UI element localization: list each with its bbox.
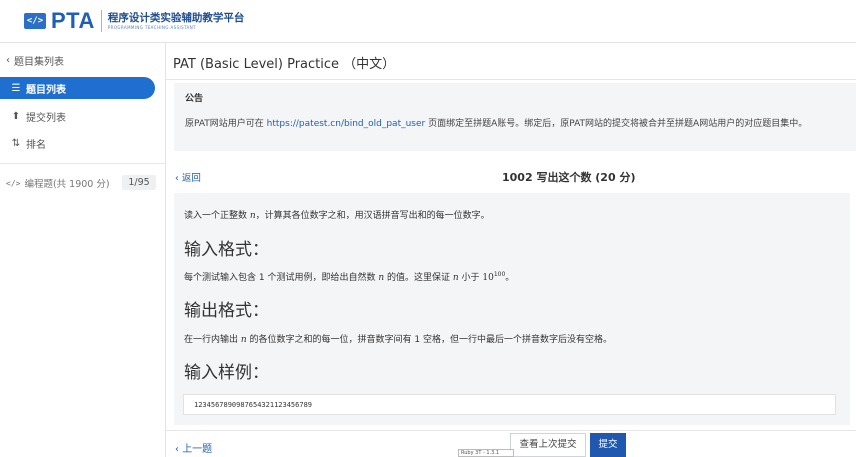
logo-divider — [100, 10, 102, 32]
announcement-text: 原PAT网站用户可在 https://patest.cn/bind_old_pa… — [185, 116, 807, 129]
announcement-text-after: 页面绑定至拼题A账号。绑定后，原PAT网站的提交将被合并至拼题A网站用户的对应题… — [425, 119, 808, 129]
tooltip: Ruby 3T - 1.3.1 — [458, 449, 514, 457]
submit-button[interactable]: 提交 — [590, 433, 626, 457]
output-text-b: 的各位数字之和的每一位，拼音数字间有 1 空格，但一行中最后一个拼音数字后没有空… — [246, 335, 612, 345]
sidebar-item-ranking[interactable]: ⇅ 排名 — [0, 132, 155, 154]
sidebar-item-problems[interactable]: ☰ 题目列表 — [0, 77, 155, 99]
code-icon: </> — [6, 178, 21, 188]
description-text-b: ，计算其各位数字之和，用汉语拼音写出和的每一位数字。 — [255, 211, 490, 221]
brand-name: PTA — [51, 8, 95, 33]
back-to-problem-sets-label: 题目集列表 — [14, 57, 64, 68]
problem-set-label: 编程题(共 1900 分) — [24, 179, 110, 190]
input-format-heading: 输入格式： — [184, 240, 269, 260]
announcement-heading: 公告 — [185, 94, 204, 104]
input-text-d: 。 — [505, 273, 515, 283]
list-icon: ☰ — [11, 82, 21, 94]
output-format-text: 在一行内输出 n 的各位数字之和的每一位，拼音数字间有 1 空格，但一行中最后一… — [184, 332, 612, 345]
sidebar-divider — [0, 163, 165, 164]
announcement-text-before: 原PAT网站用户可在 — [185, 119, 267, 129]
sample-input-heading: 输入样例： — [184, 363, 269, 383]
chevron-left-icon: ‹ — [6, 55, 10, 66]
sort-icon: ⇅ — [11, 137, 21, 149]
output-format-heading: 输出格式： — [184, 301, 269, 321]
chevron-left-icon: ‹ — [175, 173, 182, 184]
sidebar-item-label: 排名 — [26, 139, 46, 151]
problem-title: 1002 写出这个数 (20 分) — [502, 171, 636, 184]
description-text-a: 读入一个正整数 — [184, 211, 250, 221]
input-text-c: 小于 — [458, 273, 483, 283]
input-format-text: 每个测试输入包含 1 个测试用例，即给出自然数 n 的值。这里保证 n 小于 1… — [184, 270, 514, 283]
sidebar-item-submissions[interactable]: ⬆ 提交列表 — [0, 105, 155, 127]
top-bar: </> PTA 程序设计类实验辅助教学平台 PROGRAMMING TEACHI… — [0, 0, 856, 43]
problem-set-count: 1/95 — [122, 175, 156, 190]
brand-subtitle: 程序设计类实验辅助教学平台 — [107, 11, 245, 24]
brand-subtitle-en: PROGRAMMING TEACHING ASSISTANT — [107, 24, 196, 30]
brand-subtitle-group: 程序设计类实验辅助教学平台 PROGRAMMING TEACHING ASSIS… — [108, 12, 245, 31]
power-base: 10 — [482, 273, 494, 283]
announcement-panel: 公告 原PAT网站用户可在 https://patest.cn/bind_old… — [174, 83, 856, 151]
page-title: PAT (Basic Level) Practice （中文） — [173, 57, 396, 72]
upload-icon: ⬆ — [11, 110, 21, 122]
problem-body: 读入一个正整数 n，计算其各位数字之和，用汉语拼音写出和的每一位数字。 输入格式… — [174, 193, 850, 425]
sidebar: ‹ 题目集列表 ☰ 题目列表 ⬆ 提交列表 ⇅ 排名 </> 编程题(共 190… — [0, 43, 166, 457]
main-content: PAT (Basic Level) Practice （中文） 公告 原PAT网… — [166, 43, 856, 457]
previous-problem-link[interactable]: ‹ 上一题 — [175, 440, 212, 455]
bind-account-link[interactable]: https://patest.cn/bind_old_pat_user — [267, 119, 426, 129]
sidebar-item-label: 提交列表 — [26, 112, 66, 124]
code-logo-icon: </> — [24, 13, 46, 29]
previous-problem-label: 上一题 — [182, 444, 213, 455]
problem-description: 读入一个正整数 n，计算其各位数字之和，用汉语拼音写出和的每一位数字。 — [184, 208, 490, 221]
input-text-a: 每个测试输入包含 1 个测试用例，即给出自然数 — [184, 273, 379, 283]
title-divider — [166, 79, 856, 80]
power-exponent: 100 — [493, 271, 506, 278]
pta-logo[interactable]: </> PTA 程序设计类实验辅助教学平台 PROGRAMMING TEACHI… — [24, 8, 244, 34]
back-link[interactable]: ‹ 返回 — [175, 170, 201, 184]
view-last-submission-button[interactable]: 查看上次提交 — [510, 433, 586, 457]
back-link-label: 返回 — [181, 173, 201, 184]
input-text-b: 的值。这里保证 — [384, 273, 453, 283]
output-text-a: 在一行内输出 — [184, 335, 241, 345]
sample-input-box[interactable]: 1234567890987654321123456789 — [183, 394, 836, 415]
sidebar-item-label: 题目列表 — [26, 84, 66, 96]
problem-set-programming[interactable]: </> 编程题(共 1900 分) — [6, 176, 110, 191]
bottom-divider — [166, 430, 856, 431]
back-to-problem-sets-link[interactable]: ‹ 题目集列表 — [6, 53, 64, 68]
